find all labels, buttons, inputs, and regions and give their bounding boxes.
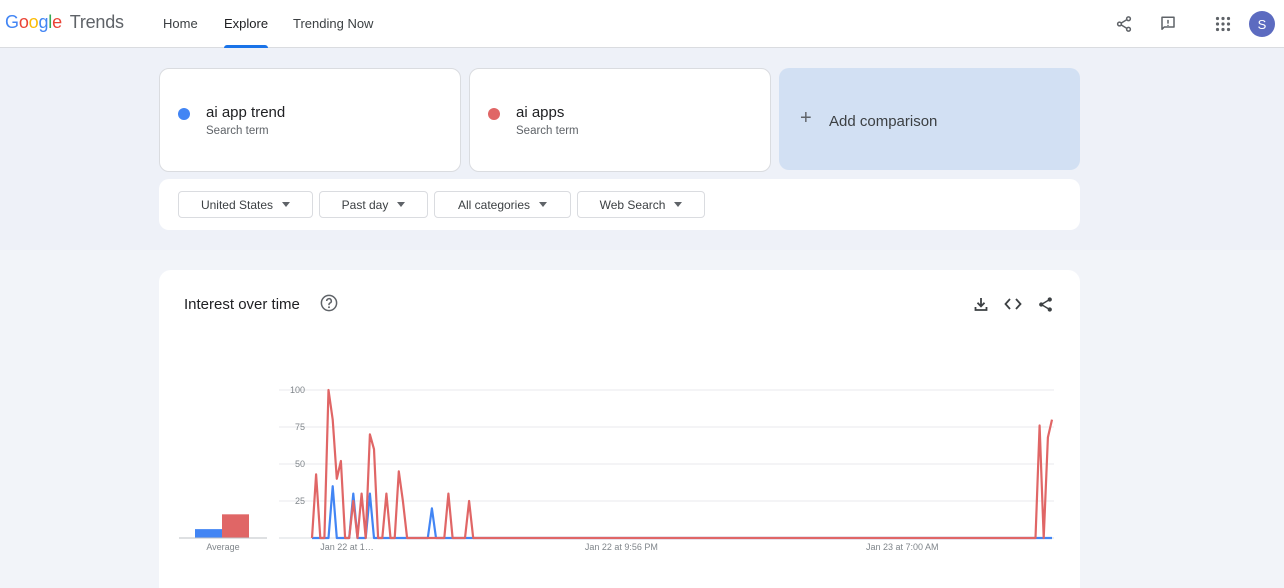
x-tick-label: Jan 22 at 1… [320,542,374,552]
term-color-dot [178,108,190,120]
average-label: Average [206,542,239,552]
chevron-down-icon [282,202,291,207]
filter-label: Past day [341,197,389,212]
share-icon[interactable] [1112,12,1136,36]
nav-tab-trending-now[interactable]: Trending Now [293,0,373,48]
x-tick-label: Jan 23 at 7:00 AM [866,542,939,552]
term-subtitle: Search term [516,125,579,137]
filter-time-range[interactable]: Past day [319,191,428,218]
average-bar-1 [195,529,222,538]
chevron-down-icon [397,202,406,207]
filter-label: All categories [457,197,531,212]
average-bar-2 [222,514,249,538]
avatar[interactable]: S [1249,11,1275,37]
series-line-1 [312,485,1052,540]
nav-tab-explore[interactable]: Explore [224,0,269,48]
nav-tab-home[interactable]: Home [163,0,198,48]
filter-region[interactable]: United States [178,191,313,218]
filter-label: Web Search [599,197,666,212]
interest-over-time-card: Interest over time 25 50 75 100 Jan 22 at 1…… [159,270,1080,588]
plus-icon: + [800,107,812,129]
add-comparison-label: Add comparison [829,113,938,130]
term-name: ai app trend [206,104,286,121]
filter-category[interactable]: All categories [434,191,571,218]
add-comparison-button[interactable]: + Add comparison [779,68,1080,170]
apps-grid-icon[interactable] [1211,12,1235,36]
feedback-icon[interactable] [1156,12,1180,36]
search-term-card-2[interactable]: ai apps Search term [469,68,771,172]
top-header: Google Trends Home Explore Trending Now … [0,0,1284,48]
search-term-card-1[interactable]: ai app trend Search term [159,68,461,172]
google-trends-logo[interactable]: Google Trends [5,12,124,33]
logo-google: Google [5,12,62,32]
chevron-down-icon [539,202,548,207]
y-tick-label: 100 [290,385,305,395]
chevron-down-icon [674,202,683,207]
y-tick-label: 50 [295,459,305,469]
y-tick-label: 25 [295,496,305,506]
filter-bar: United States Past day All categories We… [159,179,1080,230]
logo-trends: Trends [69,12,124,32]
y-tick-label: 75 [295,422,305,432]
term-name: ai apps [516,104,565,121]
term-color-dot [488,108,500,120]
x-tick-label: Jan 22 at 9:56 PM [585,542,658,552]
filter-label: United States [200,197,274,212]
interest-over-time-chart: 25 50 75 100 Jan 22 at 1… Jan 22 at 9:56 PM Ja… [179,385,1054,552]
filter-search-type[interactable]: Web Search [577,191,705,218]
term-subtitle: Search term [206,125,269,137]
